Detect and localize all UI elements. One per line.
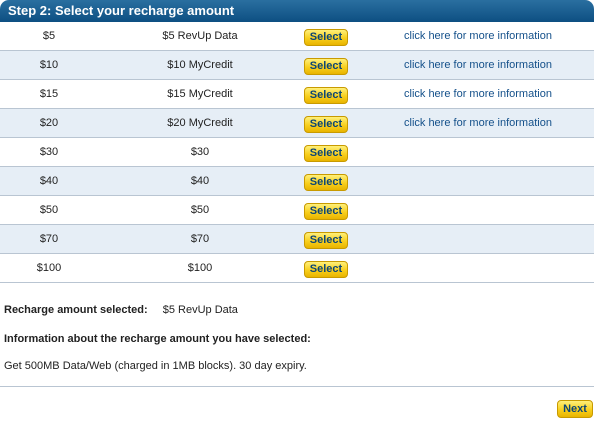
select-button[interactable]: Select	[304, 29, 348, 46]
description-cell: $70	[190, 233, 210, 245]
table-row: $15 $15 MyCredit Select click here for m…	[0, 80, 594, 109]
description-cell: $50	[190, 204, 210, 216]
step-title: Step 2: Select your recharge amount	[8, 3, 235, 18]
select-button[interactable]: Select	[304, 145, 348, 162]
divider	[0, 386, 594, 387]
select-button[interactable]: Select	[304, 116, 348, 133]
select-button[interactable]: Select	[304, 203, 348, 220]
amount-cell: $100	[36, 262, 62, 274]
description-cell: $100	[187, 262, 213, 274]
selected-label: Recharge amount selected:	[4, 304, 148, 316]
table-row: $50 $50 Select	[0, 196, 594, 225]
more-info-link[interactable]: click here for more information	[404, 109, 552, 138]
selected-summary: Recharge amount selected: $5 RevUp Data	[4, 304, 238, 316]
more-info-link[interactable]: click here for more information	[404, 22, 552, 51]
info-heading: Information about the recharge amount yo…	[4, 333, 311, 345]
table-row: $40 $40 Select	[0, 167, 594, 196]
recharge-table: $5 $5 RevUp Data Select click here for m…	[0, 22, 594, 283]
amount-cell: $5	[42, 30, 56, 42]
description-cell: $10 MyCredit	[167, 59, 233, 71]
description-cell: $15 MyCredit	[167, 88, 233, 100]
amount-cell: $20	[39, 117, 59, 129]
table-row: $5 $5 RevUp Data Select click here for m…	[0, 22, 594, 51]
amount-cell: $10	[39, 59, 59, 71]
select-button[interactable]: Select	[304, 87, 348, 104]
select-button[interactable]: Select	[304, 261, 348, 278]
table-row: $10 $10 MyCredit Select click here for m…	[0, 51, 594, 80]
table-row: $20 $20 MyCredit Select click here for m…	[0, 109, 594, 138]
description-cell: $20 MyCredit	[167, 117, 233, 129]
select-button[interactable]: Select	[304, 58, 348, 75]
amount-cell: $50	[39, 204, 59, 216]
table-row: $70 $70 Select	[0, 225, 594, 254]
description-cell: $40	[190, 175, 210, 187]
table-row: $30 $30 Select	[0, 138, 594, 167]
amount-cell: $70	[39, 233, 59, 245]
more-info-link[interactable]: click here for more information	[404, 80, 552, 109]
amount-cell: $40	[39, 175, 59, 187]
amount-cell: $15	[39, 88, 59, 100]
table-row: $100 $100 Select	[0, 254, 594, 283]
description-cell: $30	[190, 146, 210, 158]
select-button[interactable]: Select	[304, 232, 348, 249]
select-button[interactable]: Select	[304, 174, 348, 191]
next-button[interactable]: Next	[557, 400, 593, 418]
info-text: Get 500MB Data/Web (charged in 1MB block…	[4, 360, 307, 372]
step-header: Step 2: Select your recharge amount	[0, 0, 594, 22]
more-info-link[interactable]: click here for more information	[404, 51, 552, 80]
selected-value: $5 RevUp Data	[162, 304, 238, 316]
amount-cell: $30	[39, 146, 59, 158]
description-cell: $5 RevUp Data	[162, 30, 238, 42]
